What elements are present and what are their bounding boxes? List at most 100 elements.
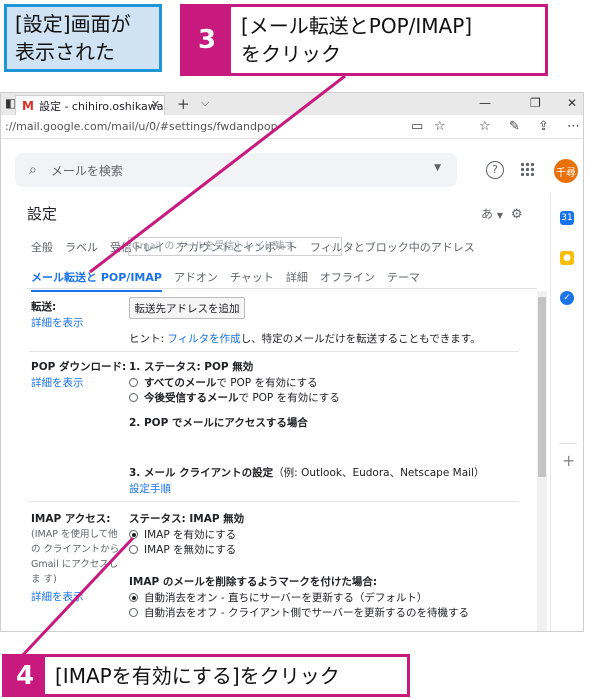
settings-tab[interactable]: 全般 [31,239,53,255]
forwarding-learn-more-link[interactable]: 詳細を表示 [31,315,84,330]
forwarding-hint: ヒント: フィルタを作成し、特定のメールだけを転送することもできます。 [129,331,481,346]
settings-tab[interactable]: テーマ [387,269,420,285]
section-divider [29,501,519,502]
select-chevron-icon: ⌵ [329,241,336,251]
share-icon[interactable]: ⇪ [538,119,549,134]
settings-tab[interactable]: アドオン [174,269,218,285]
calendar-icon[interactable]: 31 [560,211,574,225]
page-title: 設定 [27,205,58,223]
section-divider [29,351,519,352]
settings-scrollbar[interactable] [537,291,547,631]
step-4-callout: 4 [IMAPを有効にする]をクリック [2,654,410,697]
more-icon[interactable]: ⋯ [567,119,580,134]
radio-pop-all[interactable] [129,378,138,387]
pen-icon[interactable]: ✎ [509,119,520,134]
favorites-list-icon[interactable]: ☆ [479,119,491,134]
auto-expunge-off-option[interactable]: 自動消去をオフ - クライアント側でサーバーを更新するのを待機する [129,605,469,620]
pop-label: POP ダウンロード: [31,361,127,373]
create-filter-link[interactable]: フィルタを作成 [167,333,240,345]
search-icon: ⌕ [29,162,37,178]
radio-expunge-off[interactable] [129,608,138,617]
gear-icon[interactable]: ⚙ [511,207,523,222]
add-forwarding-address-button[interactable]: 転送先アドレスを追加 [129,297,245,319]
gmail-logo-icon: M [22,98,34,113]
pop-enable-new-option[interactable]: 今後受信するメールで POP を有効にする [129,390,340,405]
auto-expunge-on-text: 自動消去をオン - 直ちにサーバーを更新する（デフォルト） [144,592,428,604]
imap-description: (IMAP を使用して他の クライアントから Gmail にアクセスしま す) [31,529,120,585]
settings-tab[interactable]: チャット [230,269,274,285]
setup-instructions-link[interactable]: 設定手順 [129,481,171,496]
mail-search-box[interactable]: ⌕ メールを検索 ▼ [15,153,457,187]
auto-expunge-on-option[interactable]: 自動消去をオン - 直ちにサーバーを更新する（デフォルト） [129,590,427,605]
tasks-icon[interactable]: ✓ [560,291,574,305]
imap-label: IMAP アクセス: [31,513,111,525]
pop-enable-new-text: 今後受信するメールで POP を有効にする [144,392,340,404]
pop-enable-all-text: すべてのメールで POP を有効にする [144,377,318,389]
settings-tab[interactable]: ラベル [65,239,98,255]
imap-delete-title: IMAP のメールを削除するようマークを付けた場合: [129,576,378,588]
tabs-divider [27,288,537,289]
keep-icon[interactable]: ● [560,251,574,265]
imap-disable-text: IMAP を無効にする [144,544,237,556]
radio-pop-new[interactable] [129,393,138,402]
pop-access-select: Gmail のメールを受信トレイに残す ⌵ [128,237,342,256]
side-panel-divider [559,443,577,444]
favorite-star-icon[interactable]: ☆ [434,119,446,134]
client-note-text: （例: Outlook、Eudora、Netscape Mail） [273,467,485,479]
pop-access-title: 2. POP でメールにアクセスする場合 [129,417,308,429]
chevron-down-icon: ▼ [496,211,503,220]
minimize-icon[interactable]: — [479,96,491,110]
step-4-number: 4 [5,657,45,694]
pop-enable-all-option[interactable]: すべてのメールで POP を有効にする [129,375,318,390]
pop-access-select-value: Gmail のメールを受信トレイに残す [132,241,295,252]
tab-list-chevron-icon[interactable]: ⌵ [201,96,209,110]
browser-window: ◧ M 設定 - chihiro.oshikawa ✕ + ⌵ — ❐ ✕ :/… [0,92,584,632]
settings-tab[interactable]: オフライン [320,269,375,285]
reading-view-icon[interactable]: ▭ [411,119,423,134]
get-addons-plus-icon[interactable]: + [562,451,575,470]
step-3-number: 3 [183,7,231,73]
settings-content: 転送: 詳細を表示 転送先アドレスを追加 ヒント: フィルタを作成し、特定のメー… [1,237,537,631]
settings-tab[interactable]: メール転送と POP/IMAP [31,269,162,292]
search-options-chevron-icon[interactable]: ▼ [434,163,441,173]
note-callout-text: [設定]画面が 表示された [15,12,131,64]
input-tools-label: あ [481,207,494,221]
step-4-text: [IMAPを有効にする]をクリック [55,663,340,688]
pop-status: 1. ステータス: POP 無効 [129,361,254,373]
step-3-callout: 3 [メール転送とPOP/IMAP] をクリック [180,4,548,76]
close-tab-icon[interactable]: ✕ [151,98,160,111]
radio-imap-enable[interactable] [129,530,138,539]
settings-tabs-row-2: メール転送と POP/IMAP アドオン チャット 詳細 オフライン テーマ [31,269,420,292]
settings-tab[interactable]: 詳細 [286,269,308,285]
browser-tab-title: 設定 - chihiro.oshikawa [38,99,164,113]
hint-suffix: し、特定のメールだけを転送することもできます。 [240,333,481,345]
avatar[interactable]: 千尋 [554,159,578,183]
scrollbar-thumb[interactable] [538,297,546,477]
imap-disable-option[interactable]: IMAP を無効にする [129,542,236,557]
imap-enable-option[interactable]: IMAP を有効にする [129,527,236,542]
imap-learn-more-link[interactable]: 詳細を表示 [31,589,84,604]
hint-prefix: ヒント: [129,333,168,345]
tab-bar: ◧ M 設定 - chihiro.oshikawa ✕ + ⌵ — ❐ ✕ [1,93,583,115]
auto-expunge-off-text: 自動消去をオフ - クライアント側でサーバーを更新するのを待機する [144,607,469,619]
radio-expunge-on[interactable] [129,593,138,602]
browser-tab[interactable]: M 設定 - chihiro.oshikawa ✕ [15,95,165,115]
client-title-text: 3. メール クライアントの設定 [129,467,274,479]
input-tools-control[interactable]: あ ▼ ⚙ [481,205,522,222]
close-window-icon[interactable]: ✕ [567,96,577,110]
new-tab-icon[interactable]: + [177,95,190,113]
step-3-text: [メール転送とPOP/IMAP] をクリック [241,14,473,66]
note-callout: [設定]画面が 表示された [4,4,162,72]
help-icon[interactable]: ? [486,161,504,179]
pop-learn-more-link[interactable]: 詳細を表示 [31,375,84,390]
search-input[interactable]: メールを検索 [51,162,123,179]
imap-status: ステータス: IMAP 無効 [129,513,245,525]
side-panel: 31 ● ✓ + › [550,193,583,631]
forwarding-label: 転送: [31,301,57,313]
url-text[interactable]: ://mail.google.com/mail/u/0/#settings/fw… [5,120,278,133]
restore-icon[interactable]: ❐ [530,96,541,110]
apps-grid-icon[interactable] [520,162,534,176]
address-bar[interactable]: ://mail.google.com/mail/u/0/#settings/fw… [1,115,583,139]
radio-imap-disable[interactable] [129,545,138,554]
imap-enable-text: IMAP を有効にする [144,529,237,541]
